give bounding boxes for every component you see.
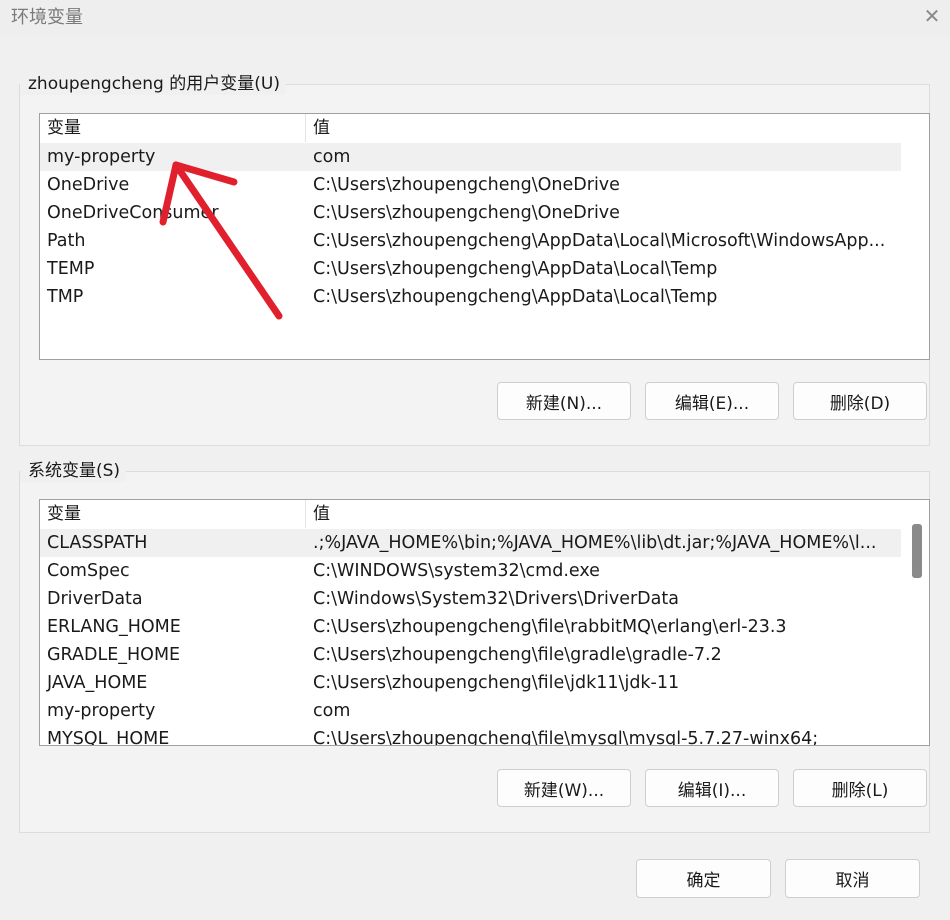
table-row[interactable]: CLASSPATH .;%JAVA_HOME%\bin;%JAVA_HOME%\l… [40, 529, 901, 557]
user-variables-header: 变量 值 [40, 114, 901, 142]
column-header-name[interactable]: 变量 [40, 500, 306, 528]
scrollbar-thumb[interactable] [912, 524, 922, 578]
system-variables-header: 变量 值 [40, 500, 901, 528]
variable-value: .;%JAVA_HOME%\bin;%JAVA_HOME%\lib\dt.jar… [313, 533, 877, 553]
table-row[interactable]: TMP C:\Users\zhoupengcheng\AppData\Local\… [40, 283, 901, 311]
variable-name: TMP [47, 287, 84, 307]
table-row[interactable]: MYSQL_HOME C:\Users\zhoupengcheng\file\my… [40, 725, 901, 746]
window-title: 环境变量 [11, 7, 83, 28]
column-header-value[interactable]: 值 [306, 500, 901, 528]
variable-value: C:\Users\zhoupengcheng\OneDrive [313, 203, 620, 223]
close-icon[interactable]: ✕ [914, 0, 950, 32]
cancel-button[interactable]: 取消 [785, 859, 920, 898]
variable-name: OneDriveConsumer [47, 203, 219, 223]
variable-value: C:\Users\zhoupengcheng\file\rabbitMQ\erl… [313, 617, 787, 637]
user-variables-label: zhoupengcheng 的用户变量(U) [20, 73, 286, 95]
table-row[interactable]: Path C:\Users\zhoupengcheng\AppData\Local… [40, 227, 901, 255]
system-edit-button[interactable]: 编辑(I)... [645, 769, 779, 807]
variable-name: JAVA_HOME [47, 673, 148, 693]
variable-value: com [313, 701, 351, 721]
table-row[interactable]: TEMP C:\Users\zhoupengcheng\AppData\Local… [40, 255, 901, 283]
system-variables-label: 系统变量(S) [20, 460, 127, 482]
table-row[interactable]: DriverData C:\Windows\System32\Drivers\Dr… [40, 585, 901, 613]
variable-name: CLASSPATH [47, 533, 148, 553]
variable-name: TEMP [47, 259, 95, 279]
variable-value: C:\Users\zhoupengcheng\file\gradle\gradl… [313, 645, 722, 665]
table-row[interactable]: OneDrive C:\Users\zhoupengcheng\OneDrive [40, 171, 901, 199]
variable-value: C:\WINDOWS\system32\cmd.exe [313, 561, 600, 581]
table-row[interactable]: OneDriveConsumer C:\Users\zhoupengcheng\O… [40, 199, 901, 227]
table-row[interactable]: ComSpec C:\WINDOWS\system32\cmd.exe [40, 557, 901, 585]
ok-button[interactable]: 确定 [636, 859, 771, 898]
table-row[interactable]: ERLANG_HOME C:\Users\zhoupengcheng\file\r… [40, 613, 901, 641]
system-variables-list[interactable]: 变量 值 CLASSPATH .;%JAVA_HOME%\bin;%JAVA_HO… [39, 499, 930, 746]
table-row[interactable]: GRADLE_HOME C:\Users\zhoupengcheng\file\g… [40, 641, 901, 669]
column-header-value[interactable]: 值 [306, 114, 901, 142]
variable-value: C:\Users\zhoupengcheng\AppData\Local\Tem… [313, 259, 718, 279]
user-variables-list[interactable]: 变量 值 my-property com OneDrive C:\Users\zho… [39, 113, 930, 360]
variable-name: GRADLE_HOME [47, 645, 181, 665]
variable-value: C:\Users\zhoupengcheng\file\jdk11\jdk-11 [313, 673, 680, 693]
user-delete-button[interactable]: 删除(D) [793, 382, 927, 420]
variable-value: C:\Users\zhoupengcheng\AppData\Local\Mic… [313, 231, 886, 251]
variable-name: my-property [47, 147, 156, 167]
table-row[interactable]: my-property com [40, 143, 901, 171]
variable-value: C:\Users\zhoupengcheng\file\mysql\mysql-… [313, 729, 819, 746]
column-header-name[interactable]: 变量 [40, 114, 306, 142]
user-edit-button[interactable]: 编辑(E)... [645, 382, 779, 420]
variable-name: MYSQL_HOME [47, 729, 170, 746]
variable-value: C:\Users\zhoupengcheng\AppData\Local\Tem… [313, 287, 718, 307]
system-delete-button[interactable]: 删除(L) [793, 769, 927, 807]
variable-name: my-property [47, 701, 156, 721]
variable-value: C:\Users\zhoupengcheng\OneDrive [313, 175, 620, 195]
variable-name: Path [47, 231, 86, 251]
user-new-button[interactable]: 新建(N)... [497, 382, 631, 420]
variable-name: DriverData [47, 589, 143, 609]
variable-value: C:\Windows\System32\Drivers\DriverData [313, 589, 679, 609]
variable-value: com [313, 147, 351, 167]
table-row[interactable]: my-property com [40, 697, 901, 725]
title-bar: 环境变量 ✕ [0, 0, 950, 36]
variable-name: ERLANG_HOME [47, 617, 181, 637]
variable-name: ComSpec [47, 561, 130, 581]
system-new-button[interactable]: 新建(W)... [497, 769, 631, 807]
table-row[interactable]: JAVA_HOME C:\Users\zhoupengcheng\file\jdk… [40, 669, 901, 697]
variable-name: OneDrive [47, 175, 130, 195]
